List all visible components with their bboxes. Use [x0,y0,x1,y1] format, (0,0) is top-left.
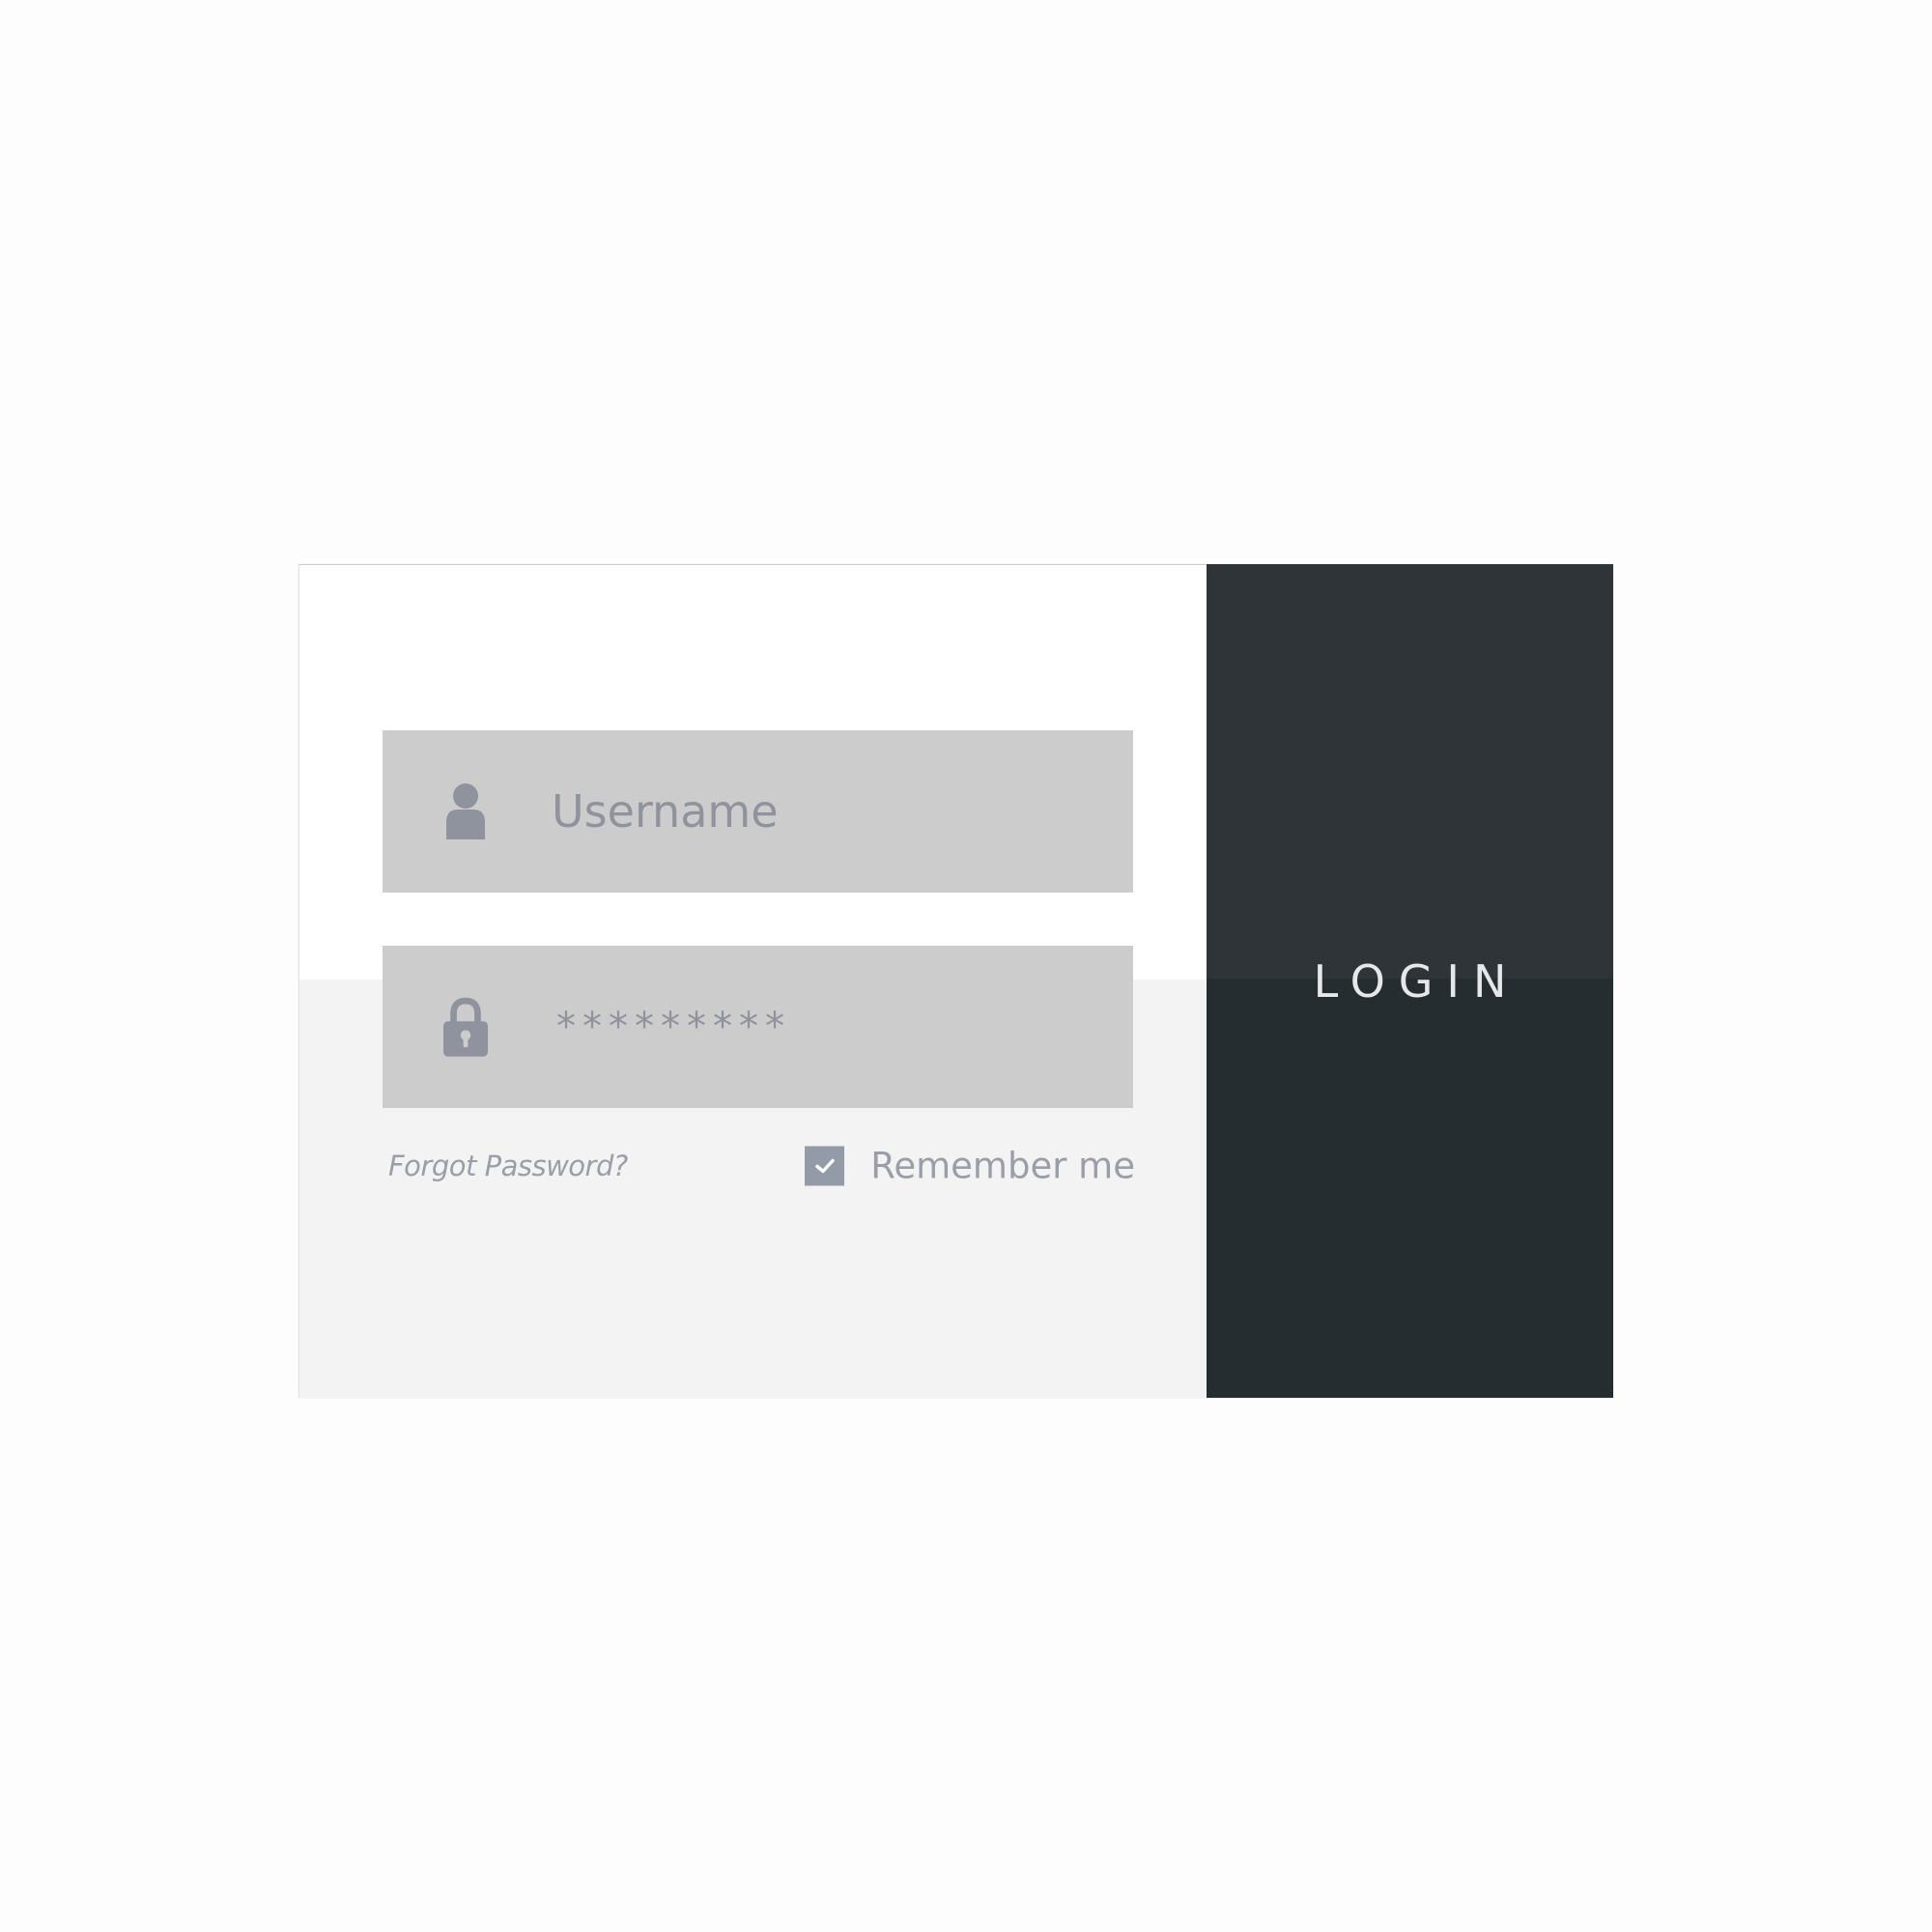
login-card: ********* Forgot Password? Remember me L… [298,564,1613,1398]
username-input[interactable] [552,730,1114,893]
login-button-label: LOGIN [1313,954,1520,1008]
lock-icon [442,996,489,1058]
login-form-panel: ********* Forgot Password? Remember me [298,564,1207,1398]
user-icon [442,781,489,842]
password-input[interactable]: ********* [556,946,1114,1108]
username-field[interactable] [383,730,1133,893]
remember-me-label: Remember me [870,1145,1135,1187]
remember-me-toggle[interactable]: Remember me [805,1146,1135,1187]
checkmark-icon [815,1158,835,1173]
form-options-row: Forgot Password? Remember me [388,1142,1135,1190]
forgot-password-link[interactable]: Forgot Password? [388,1150,628,1182]
login-button[interactable]: LOGIN [1207,564,1613,1398]
remember-me-checkbox[interactable] [805,1146,845,1186]
password-field[interactable]: ********* [383,946,1133,1108]
